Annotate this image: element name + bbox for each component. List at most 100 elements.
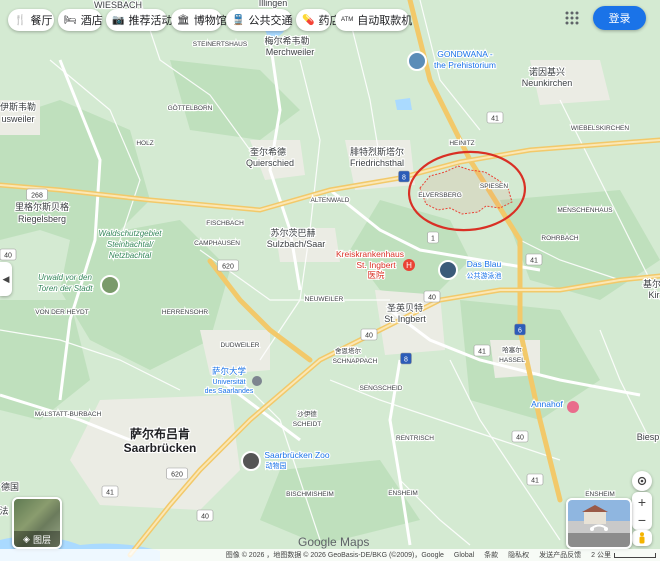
place-label-uni2: Universität [212,379,245,386]
road-shield-label: 620 [171,472,183,479]
road-shield: 268 [26,188,48,201]
chip-hotel[interactable]: 🛏 酒店 [58,9,103,31]
collapse-panel-button[interactable]: ◀ [0,262,12,296]
place-label-wiebelskirchen: WIEBELSKIRCHEN [571,125,629,132]
place-label-holz: HOLZ [136,140,153,147]
das-blau-marker[interactable] [438,260,458,280]
road-shield: 40 [423,290,441,303]
place-label-rentrisch: RENTRISCH [396,435,434,442]
place-label-riegelsberg-cn: 里格尔斯贝格 [15,201,69,212]
place-label-stingbert-cn: 圣英贝特 [387,302,423,313]
place-label-zoo1: Saarbrücken Zoo [264,450,329,460]
chip-restaurant[interactable]: 🍴 餐厅 [8,9,54,31]
place-label-saarbrucken-cn: 萨尔布吕肯 [130,426,190,441]
restaurant-icon: 🍴 [14,14,27,26]
place-label-hassel-north: ROHRBACH [541,235,579,242]
chip-atm[interactable]: ATM 自动取款机 [335,9,413,31]
scale-line [614,552,656,558]
footer-link-privacy[interactable]: 隐私权 [508,550,529,560]
gondwana-marker[interactable] [407,51,427,71]
chip-label: 餐厅 [30,15,53,27]
place-label-sengscheid: SENGSCHEID [360,385,403,392]
place-label-quierschied: Quierschied [246,158,294,168]
pegman-icon [639,532,645,544]
place-label-bischmisheim: BISCHMISHEIM [286,491,334,498]
scale-bar: 2 公里 [591,550,656,560]
my-location-button[interactable] [632,471,652,491]
place-label-schuller: 舍恩塔尔 [335,346,362,355]
road-shield-label: 40 [516,435,524,442]
camera-icon: 📷 [112,14,125,26]
place-label-spiesen: SPIESEN [480,183,508,190]
chip-pharmacy[interactable]: 💊 药店 [296,9,340,31]
place-label-uni1: 萨尔大学 [212,366,247,376]
map-canvas[interactable]: H 268 41 8 620 40 6 40 8 41 620 41 40 40 1 41 41 40 Illi… [0,0,660,561]
layers-icon: ◈ [23,533,30,544]
sign-in-button[interactable]: 登录 [593,6,646,30]
annahof-marker[interactable] [567,401,579,413]
atm-icon: ATM [341,17,354,23]
road-shield: 620 [166,467,188,480]
place-label-neunkirchen-cn: 诺因基兴 [529,66,565,77]
apps-grid-icon[interactable] [565,11,579,25]
road-shield: 41 [526,473,544,486]
road-shield-label: 41 [106,490,114,497]
attribution-text: 图像 © 2026 ，地图数据 © 2026 GeoBasis-DE/BKG (… [225,552,444,559]
place-label-stingbert: St. Ingbert [384,314,426,324]
chip-label: 推荐活动 [128,15,173,27]
zoom-controls: + − [632,492,652,530]
place-label-ensheim: ENSHEIM [388,490,418,497]
road-shield-label: 41 [531,478,539,485]
scale-label: 2 公里 [591,552,611,559]
layers-label: 图层 [32,534,51,545]
road-shield: 40 [196,509,214,522]
place-label-kirkel2: Kir [649,290,660,300]
chip-transit[interactable]: 🚆 公共交通 [226,9,292,31]
place-label-sophie: 沙伊德 [297,409,317,418]
place-label-hassel: HASSEL [499,357,525,364]
pegman-button[interactable] [632,530,652,546]
road-shield-label: 40 [365,333,373,340]
zoo-marker[interactable] [241,451,261,471]
place-label-dudweiler: DUDWEILER [220,342,259,349]
place-label-merchweiler-cn: 梅尔希韦勒 [264,35,309,46]
road-shield: 40 [511,430,529,443]
hospital-icon: H [406,261,412,270]
place-label-heinitz: HEINITZ [449,140,474,147]
road-shield: 41 [473,344,491,357]
footer-link-global[interactable]: Global [454,552,474,559]
place-label-steinertshaus: STEINERTSHAUS [193,41,248,48]
museum-icon: 🏛 [177,14,190,26]
place-label-deutsch: 德国 [1,481,19,492]
zoom-out-button[interactable]: − [638,511,646,529]
chip-museum[interactable]: 🏛 博物馆 [171,9,227,31]
footer-link-terms[interactable]: 条款 [484,550,498,560]
place-label-kirkel: 基尔 [643,278,660,289]
urwald-marker[interactable] [100,275,120,295]
chip-label: 自动取款机 [357,15,413,27]
place-label-herrensohr: HERRENSOHR [162,309,209,316]
zoom-in-button[interactable]: + [638,493,646,511]
road-shield-label: 40 [4,253,12,260]
university-marker[interactable] [252,376,262,386]
road-shield-label: 41 [530,258,538,265]
transit-icon: 🚆 [232,14,245,26]
layers-button[interactable]: ◈ 图层 [12,497,62,549]
footer-link-feedback[interactable]: 发送产品反馈 [539,550,581,560]
place-label-schuller2: SCHNAPPACH [333,358,378,365]
place-label-gondwana: the Prehistorium [434,60,496,70]
road-shield-label: 41 [491,116,499,123]
road-shield-label: 8 [404,357,408,364]
place-label-annahof: Annahof [531,399,563,409]
chip-camera[interactable]: 📷 推荐活动 [106,9,172,31]
chip-label: 酒店 [80,15,103,27]
place-label-waldschutz3: Netzbachtal [109,251,151,260]
place-label-heydt: VON DER HEYDT [35,309,88,316]
chevron-left-icon: ◀ [2,273,10,284]
place-label-waldschutz1: Waldschutzgebiet [99,229,163,238]
road-shield-label: 40 [201,514,209,521]
street-view-thumbnail[interactable] [566,498,632,549]
road-shield-label: 40 [428,295,436,302]
place-label-hassel-cn: 哈塞尔 [502,345,522,354]
place-label-iversweiler: usweiler [1,114,34,124]
